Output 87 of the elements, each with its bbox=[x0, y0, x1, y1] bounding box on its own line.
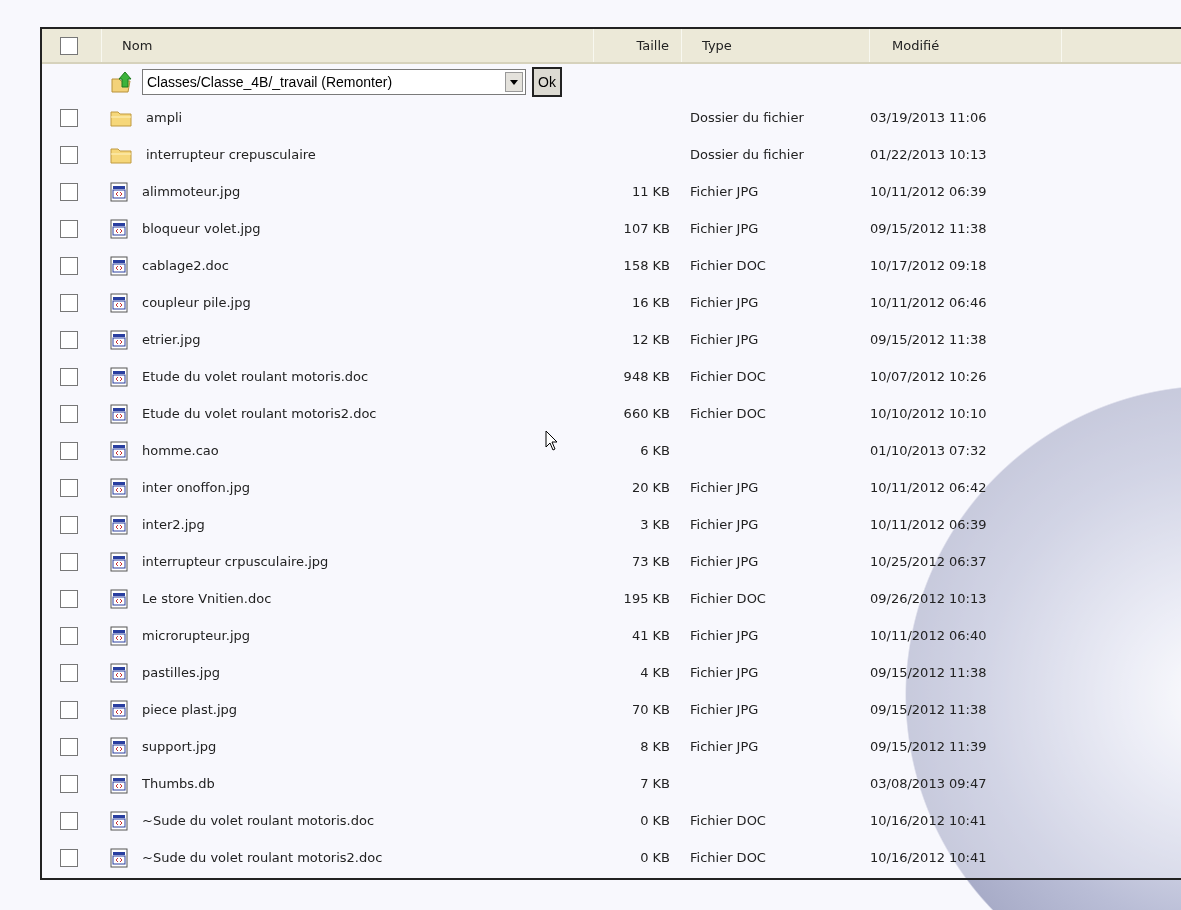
modified-date: 03/08/2013 09:47 bbox=[870, 775, 987, 791]
file-size: 107 KB bbox=[623, 219, 670, 238]
file-size: 73 KB bbox=[631, 552, 670, 571]
modified-date: 01/22/2013 10:13 bbox=[870, 146, 987, 162]
file-name[interactable]: piece plast.jpg bbox=[142, 699, 238, 720]
modified-date: 10/10/2012 10:10 bbox=[870, 405, 987, 421]
file-type: Fichier JPG bbox=[690, 294, 759, 310]
file-type: Fichier JPG bbox=[690, 183, 759, 199]
modified-date: 10/11/2012 06:46 bbox=[870, 294, 987, 310]
file-size: 20 KB bbox=[631, 478, 670, 497]
file-name[interactable]: Etude du volet roulant motoris2.doc bbox=[142, 403, 377, 424]
file-size: 70 KB bbox=[631, 700, 670, 719]
modified-date: 09/15/2012 11:39 bbox=[870, 738, 987, 754]
file-size: 4 KB bbox=[640, 663, 670, 682]
modified-date: 03/19/2013 11:06 bbox=[870, 109, 987, 125]
file-name[interactable]: interrupteur crepusculaire bbox=[146, 144, 316, 165]
file-name[interactable]: interrupteur crpusculaire.jpg bbox=[142, 551, 329, 572]
modified-date: 10/11/2012 06:39 bbox=[870, 516, 987, 532]
file-name[interactable]: support.jpg bbox=[142, 736, 217, 757]
file-type: Fichier DOC bbox=[690, 590, 766, 606]
modified-date: 10/11/2012 06:40 bbox=[870, 627, 987, 643]
file-size: 0 KB bbox=[640, 848, 670, 867]
file-size: 6 KB bbox=[640, 441, 670, 460]
file-type: Fichier DOC bbox=[690, 368, 766, 384]
column-header[interactable]: Modifié bbox=[892, 35, 940, 56]
file-name[interactable]: Etude du volet roulant motoris.doc bbox=[142, 366, 369, 387]
modified-date: 10/16/2012 10:41 bbox=[870, 849, 987, 865]
modified-date: 10/16/2012 10:41 bbox=[870, 812, 987, 828]
file-type: Fichier DOC bbox=[690, 257, 766, 273]
file-size: 12 KB bbox=[631, 330, 670, 349]
file-name[interactable]: Le store Vnitien.doc bbox=[142, 588, 272, 609]
file-type: Dossier du fichier bbox=[690, 109, 804, 125]
modified-date: 09/15/2012 11:38 bbox=[870, 701, 987, 717]
file-type: Fichier JPG bbox=[690, 516, 759, 532]
dropdown-value: Classes/Classe_4B/_travail (Remonter) bbox=[146, 72, 394, 92]
file-size: 16 KB bbox=[631, 293, 670, 312]
column-header[interactable]: Type bbox=[702, 35, 732, 56]
file-size: 3 KB bbox=[640, 515, 670, 534]
file-type: Fichier DOC bbox=[690, 849, 766, 865]
modified-date: 09/26/2012 10:13 bbox=[870, 590, 987, 606]
file-size: 948 KB bbox=[623, 367, 670, 386]
file-name[interactable]: ~Sude du volet roulant motoris.doc bbox=[142, 810, 375, 831]
modified-date: 09/15/2012 11:38 bbox=[870, 220, 987, 236]
modified-date: 01/10/2013 07:32 bbox=[870, 442, 987, 458]
file-size: 41 KB bbox=[631, 626, 670, 645]
file-name[interactable]: Thumbs.db bbox=[142, 773, 215, 794]
file-type: Fichier JPG bbox=[690, 627, 759, 643]
file-type: Dossier du fichier bbox=[690, 146, 804, 162]
file-name[interactable]: alimmoteur.jpg bbox=[142, 181, 241, 202]
file-type: Fichier DOC bbox=[690, 812, 766, 828]
ok-button[interactable]: Ok bbox=[532, 67, 562, 97]
file-size: 7 KB bbox=[640, 774, 670, 793]
file-type: Fichier JPG bbox=[690, 331, 759, 347]
modified-date: 10/07/2012 10:26 bbox=[870, 368, 987, 384]
modified-date: 09/15/2012 11:38 bbox=[870, 331, 987, 347]
file-name[interactable]: bloqueur volet.jpg bbox=[142, 218, 261, 239]
file-size: 660 KB bbox=[623, 404, 670, 423]
modified-date: 10/25/2012 06:37 bbox=[870, 553, 987, 569]
column-header[interactable]: Nom bbox=[122, 35, 153, 56]
path-dropdown[interactable]: Classes/Classe_4B/_travail (Remonter) bbox=[142, 69, 526, 95]
file-name[interactable]: inter2.jpg bbox=[142, 514, 205, 535]
file-type: Fichier JPG bbox=[690, 479, 759, 495]
modified-date: 10/11/2012 06:39 bbox=[870, 183, 987, 199]
file-name[interactable]: coupleur pile.jpg bbox=[142, 292, 251, 313]
file-name[interactable]: inter onoffon.jpg bbox=[142, 477, 250, 498]
file-type: Fichier JPG bbox=[690, 738, 759, 754]
file-name[interactable]: microrupteur.jpg bbox=[142, 625, 250, 646]
modified-date: 10/11/2012 06:42 bbox=[870, 479, 987, 495]
file-type: Fichier DOC bbox=[690, 405, 766, 421]
file-name[interactable]: homme.cao bbox=[142, 440, 219, 461]
file-type: Fichier JPG bbox=[690, 701, 759, 717]
file-size: 11 KB bbox=[631, 182, 670, 201]
file-size: 195 KB bbox=[623, 589, 670, 608]
file-size: 0 KB bbox=[640, 811, 670, 830]
file-name[interactable]: pastilles.jpg bbox=[142, 662, 220, 683]
file-name[interactable]: etrier.jpg bbox=[142, 329, 201, 350]
file-type: Fichier JPG bbox=[690, 664, 759, 680]
file-size: 8 KB bbox=[640, 737, 670, 756]
file-name[interactable]: ampli bbox=[146, 107, 183, 128]
file-size: 158 KB bbox=[623, 256, 670, 275]
file-type: Fichier JPG bbox=[690, 553, 759, 569]
modified-date: 10/17/2012 09:18 bbox=[870, 257, 987, 273]
file-name[interactable]: ~Sude du volet roulant motoris2.doc bbox=[142, 847, 383, 868]
file-type: Fichier JPG bbox=[690, 220, 759, 236]
modified-date: 09/15/2012 11:38 bbox=[870, 664, 987, 680]
file-name[interactable]: cablage2.doc bbox=[142, 255, 229, 276]
column-header[interactable]: Taille bbox=[636, 35, 669, 56]
